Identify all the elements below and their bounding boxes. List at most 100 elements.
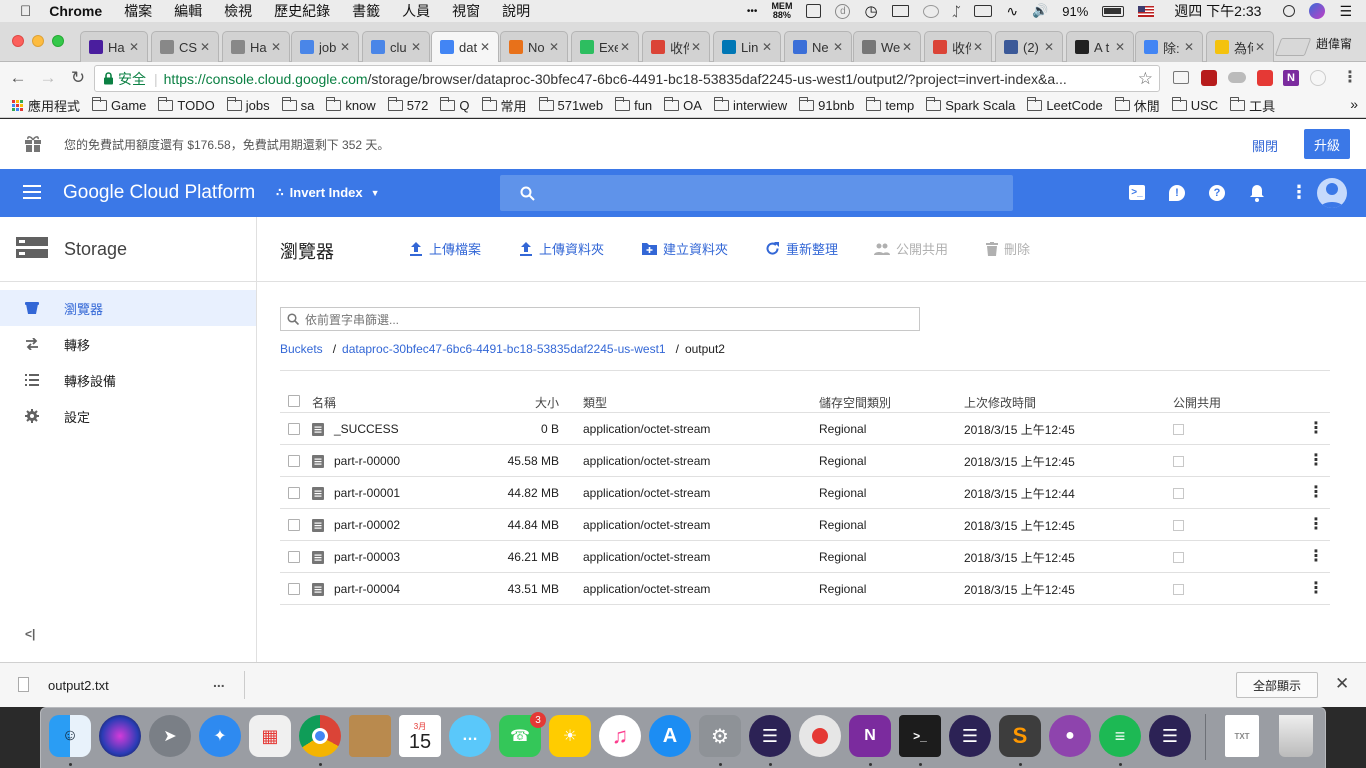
siri-icon[interactable] [99, 715, 141, 757]
more-vert-icon[interactable]: ⋮ [1290, 182, 1308, 203]
table-row[interactable]: part-r-00003 46.21 MB application/octet-st… [280, 541, 1330, 573]
chat-bubble-icon[interactable] [922, 4, 939, 18]
menu-bookmarks[interactable]: 書籤 [352, 1, 380, 21]
breadcrumb-bucket[interactable]: dataproc-30bfec47-6bc6-4491-bc18-53835da… [342, 342, 666, 356]
close-tab-icon[interactable]: ✕ [338, 40, 352, 54]
close-tab-icon[interactable]: ✕ [900, 40, 914, 54]
menu-window[interactable]: 視窗 [452, 1, 480, 21]
system-preferences-icon[interactable]: ⚙ [699, 715, 741, 757]
file-name-link[interactable]: part-r-00002 [334, 509, 400, 541]
dots-icon[interactable]: ••• [747, 6, 758, 17]
tab-3[interactable]: Ha ✕ [222, 31, 290, 62]
notifications-bell-icon[interactable] [1249, 184, 1265, 202]
column-header-storage-class[interactable]: 儲存空間類別 [819, 394, 891, 411]
row-checkbox[interactable] [288, 423, 300, 435]
tab-13[interactable]: 收件✕ [924, 31, 992, 62]
battery-icon[interactable] [1102, 5, 1125, 17]
trial-close-button[interactable]: 關閉 [1252, 136, 1278, 155]
bookmark-folder-18[interactable]: USC [1171, 97, 1218, 113]
tab-5[interactable]: clu ✕ [362, 31, 430, 62]
bookmark-folder-13[interactable]: 91bnb [799, 97, 854, 113]
drive-icon[interactable] [806, 4, 822, 18]
tab-11[interactable]: Ne ✕ [784, 31, 852, 62]
bookmark-folder-8[interactable]: 常用 [481, 96, 527, 115]
column-header-name[interactable]: 名稱 [312, 394, 336, 411]
grammarly-extension-icon[interactable] [1310, 70, 1326, 86]
row-checkbox[interactable] [288, 487, 300, 499]
bookmark-folder-19[interactable]: 工具 [1230, 96, 1275, 115]
tab-15[interactable]: A t ✕ [1066, 31, 1134, 62]
upgrade-button[interactable]: 升級 [1304, 129, 1350, 159]
bookmark-folder-15[interactable]: Spark Scala [926, 97, 1015, 113]
bookmark-folder-11[interactable]: OA [664, 97, 702, 113]
row-more-vert-icon[interactable]: ⋮ [1308, 549, 1324, 565]
row-more-vert-icon[interactable]: ⋮ [1308, 517, 1324, 533]
tab-4[interactable]: job ✕ [291, 31, 359, 62]
close-tab-icon[interactable]: ✕ [127, 40, 141, 54]
file-name-link[interactable]: part-r-00000 [334, 445, 400, 477]
back-arrow-icon[interactable]: ← [6, 68, 30, 88]
close-tab-icon[interactable]: ✕ [971, 40, 985, 54]
bookmark-folder-17[interactable]: 休閒 [1114, 96, 1160, 115]
upload-files-button[interactable]: 上傳檔案 [409, 239, 481, 258]
public-access-checkbox[interactable] [1173, 583, 1184, 595]
eclipse-icon-2[interactable]: ☰ [949, 715, 991, 757]
menu-file[interactable]: 檔案 [124, 1, 152, 21]
public-access-checkbox[interactable] [1173, 487, 1184, 499]
close-tab-icon[interactable]: ✕ [689, 40, 703, 54]
close-window-button[interactable] [12, 35, 24, 47]
create-folder-button[interactable]: 建立資料夾 [642, 239, 728, 258]
menu-help[interactable]: 說明 [502, 1, 530, 21]
close-tab-icon[interactable]: ✕ [478, 40, 492, 54]
safari-icon[interactable]: ✦ [199, 715, 241, 757]
chrome-icon[interactable] [299, 715, 341, 757]
column-header-size[interactable]: 大小 [535, 394, 559, 411]
grid-app-icon[interactable]: ▦ [249, 715, 291, 757]
public-access-checkbox[interactable] [1173, 519, 1184, 531]
close-tab-icon[interactable]: ✕ [1253, 40, 1267, 54]
bookmark-folder-2[interactable]: TODO [158, 97, 215, 113]
alert-icon[interactable]: ! [1169, 185, 1185, 201]
public-access-checkbox[interactable] [1173, 423, 1184, 435]
star-icon[interactable]: ☆ [1138, 69, 1153, 89]
table-row[interactable]: part-r-00004 43.51 MB application/octet-st… [280, 573, 1330, 605]
file-name-link[interactable]: part-r-00003 [334, 541, 400, 573]
file-name-link[interactable]: part-r-00004 [334, 573, 400, 605]
bookmark-folder-6[interactable]: 572 [387, 97, 428, 113]
messages-icon[interactable]: … [449, 715, 491, 757]
txt-document-icon[interactable]: TXT [1225, 715, 1259, 757]
column-header-last-modified[interactable]: 上次修改時間 [964, 394, 1036, 411]
calendar-icon[interactable]: 3月 15 [399, 715, 441, 757]
show-all-downloads-button[interactable]: 全部顯示 [1236, 672, 1318, 698]
close-tab-icon[interactable]: ✕ [1042, 40, 1056, 54]
help-icon[interactable]: ? [1209, 185, 1225, 201]
time-machine-icon[interactable]: ◷ [864, 2, 877, 20]
delete-button[interactable]: 刪除 [986, 239, 1030, 258]
bookmark-folder-3[interactable]: jobs [226, 97, 270, 113]
table-row[interactable]: part-r-00002 44.84 MB application/octet-st… [280, 509, 1330, 541]
close-download-shelf-icon[interactable]: ✕ [1335, 674, 1349, 694]
chrome-menu-icon[interactable]: ⋮ [1342, 67, 1358, 87]
notebook-app-icon[interactable] [349, 715, 391, 757]
close-tab-icon[interactable]: ✕ [1182, 40, 1196, 54]
column-header-type[interactable]: 類型 [583, 394, 607, 411]
notification-center-icon[interactable]: ☰ [1339, 3, 1352, 20]
tab-16[interactable]: 除: ✕ [1135, 31, 1203, 62]
download-more-button[interactable]: ... [213, 674, 225, 690]
eclipse-icon[interactable]: ☰ [749, 715, 791, 757]
menu-app-name[interactable]: Chrome [49, 3, 102, 19]
ublock-extension-icon[interactable] [1201, 70, 1217, 86]
maximize-window-button[interactable] [52, 35, 64, 47]
tab-2[interactable]: CS ✕ [151, 31, 219, 62]
share-publicly-button[interactable]: 公開共用 [874, 239, 948, 258]
launchpad-icon[interactable]: ➤ [149, 715, 191, 757]
file-name-link[interactable]: _SUCCESS [334, 413, 399, 445]
sidebar-item-settings[interactable]: 設定 [0, 398, 256, 434]
row-checkbox[interactable] [288, 519, 300, 531]
sidebar-item-transfer-appliance[interactable]: 轉移設備 [0, 362, 256, 398]
table-row[interactable]: part-r-00001 44.82 MB application/octet-st… [280, 477, 1330, 509]
file-name-link[interactable]: part-r-00001 [334, 477, 400, 509]
select-all-checkbox[interactable] [288, 395, 300, 407]
mem-monitor[interactable]: MEM 88% [771, 2, 792, 20]
bookmark-folder-7[interactable]: Q [440, 97, 470, 113]
